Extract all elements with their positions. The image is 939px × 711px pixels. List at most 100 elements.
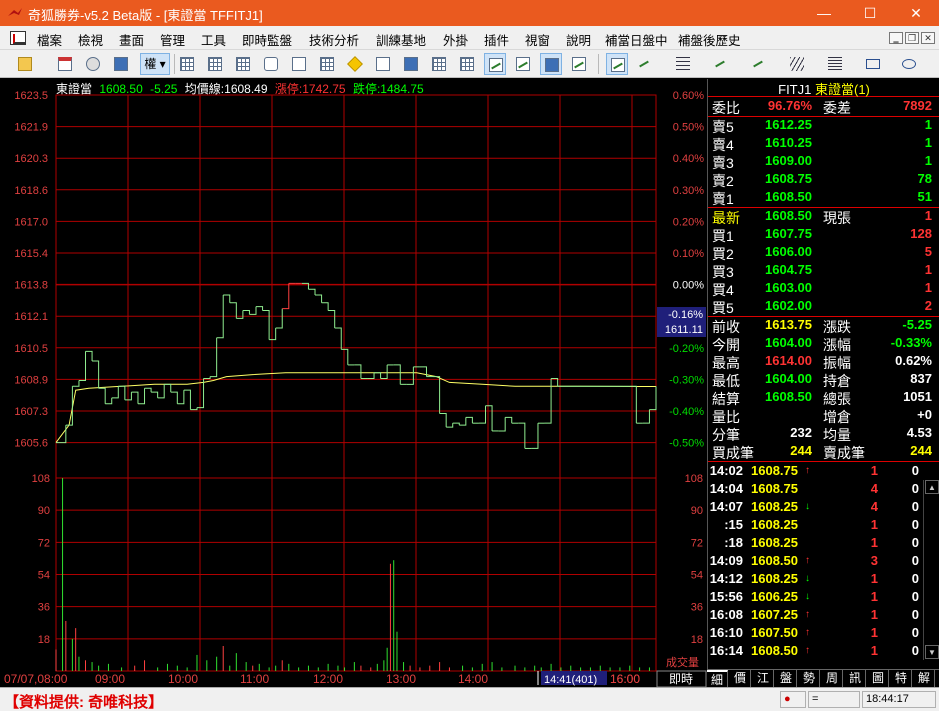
list-icon[interactable] [316, 53, 338, 75]
chart-symbol-name: 東證當 [56, 82, 93, 96]
tick-time: 16:08 [709, 607, 743, 622]
trend-chart-icon[interactable] [512, 53, 534, 75]
menu-window[interactable]: 視窗 [525, 30, 550, 49]
stat-label-2: 漲跌 [823, 319, 851, 335]
order-diff-value: 7892 [903, 98, 932, 113]
screen-icon[interactable] [110, 53, 132, 75]
price-line-segment [256, 306, 264, 311]
panel-tab[interactable]: 價 [730, 670, 751, 687]
window-chart-icon[interactable] [540, 53, 562, 75]
stat-value: 244 [790, 443, 812, 458]
link-icon[interactable] [260, 53, 282, 75]
fan-tool-icon[interactable] [748, 53, 770, 75]
order-diff-label: 委差 [823, 100, 851, 116]
percent-axis-label: 0.30% [673, 185, 704, 197]
menu-tools[interactable]: 工具 [201, 30, 226, 49]
menu-help[interactable]: 說明 [566, 30, 591, 49]
price-line-segment [393, 364, 401, 385]
panel-tab[interactable]: 解 [914, 670, 935, 687]
price-line-segment [374, 372, 382, 379]
status-clock: 18:44:17 [862, 691, 936, 708]
ellipse-tool-icon[interactable] [898, 53, 920, 75]
grid-icon[interactable] [204, 53, 226, 75]
document-chart-icon[interactable] [10, 31, 26, 45]
screenshot-icon[interactable] [400, 53, 422, 75]
panel-tab[interactable]: 勢 [799, 670, 820, 687]
stat-row: 分筆 232 均量 4.53 [708, 425, 939, 443]
maximize-button[interactable]: ☐ [847, 0, 893, 26]
bid-price: 1603.00 [765, 280, 812, 295]
panel-tab[interactable]: 訊 [845, 670, 866, 687]
menu-plugin[interactable]: 外掛 [443, 30, 468, 49]
grid-icon[interactable] [232, 53, 254, 75]
parallel-tool-icon[interactable] [710, 53, 732, 75]
stat-label: 前收 [712, 319, 740, 335]
chart-canvas[interactable]: 1623.5 1621.9 1620.3 1618.6 1617.0 1615.4 1613… [0, 79, 707, 687]
menu-addons[interactable]: 插件 [484, 30, 509, 49]
price-line-segment [105, 397, 113, 405]
intraday-chart[interactable]: 1623.5 1621.9 1620.3 1618.6 1617.0 1615.4 1613… [0, 79, 707, 687]
mdi-restore-button[interactable]: ❐ [905, 32, 919, 44]
draw-pen-icon[interactable] [606, 53, 628, 75]
rights-dropdown[interactable]: 權 ▾ [140, 53, 170, 75]
panel-tab[interactable]: 江 [753, 670, 774, 687]
avg-price-line [55, 372, 657, 443]
bid-row: 買4 1603.00 1 [708, 280, 939, 298]
scroll-down-icon[interactable]: ▼ [925, 645, 939, 659]
chart-frame [55, 94, 657, 672]
tick-time: 14:09 [709, 553, 743, 568]
close-button[interactable]: ✕ [893, 0, 939, 26]
panel-tab[interactable]: 盤 [776, 670, 797, 687]
stat-value-2: 0.62% [895, 353, 932, 368]
stat-row: 今開 1604.00 漲幅 -0.33% [708, 335, 939, 353]
tick-arrow-icon: ↑ [805, 555, 810, 566]
menu-fill-history[interactable]: 補盤後歷史 [678, 30, 741, 49]
panel-tab[interactable]: 特 [891, 670, 912, 687]
stat-value: 1614.00 [765, 353, 812, 368]
grid-icon[interactable] [176, 53, 198, 75]
mdi-close-button[interactable]: ✕ [921, 32, 935, 44]
table-icon[interactable] [428, 53, 450, 75]
tick-scrollbar[interactable]: ▲ ▼ [923, 480, 939, 660]
panel-tab[interactable]: 細 [707, 670, 728, 687]
warning-icon[interactable] [344, 53, 366, 75]
status-bar: 【資料提供: 奇唯科技】 ● = 18:44:17 [0, 687, 939, 711]
menu-fill-intraday[interactable]: 補當日盤中 [605, 30, 668, 49]
menu-file[interactable]: 檔案 [37, 30, 62, 49]
stat-label-2: 持倉 [823, 373, 851, 389]
minimize-button[interactable]: — [801, 0, 847, 26]
edit-chart-icon[interactable] [568, 53, 590, 75]
menu-view[interactable]: 檢視 [78, 30, 103, 49]
open-folder-icon[interactable] [14, 53, 36, 75]
table-icon[interactable] [456, 53, 478, 75]
stat-label: 分筆 [712, 427, 740, 443]
menu-technical[interactable]: 技術分析 [309, 30, 359, 49]
mdi-minimize-button[interactable]: ‗ [889, 32, 903, 44]
price-line-segment [315, 294, 323, 303]
fib-tool-icon[interactable] [672, 53, 694, 75]
menu-monitor[interactable]: 即時監盤 [242, 30, 292, 49]
price-line-segment [85, 350, 93, 362]
mode-label: 即時 [669, 672, 693, 686]
panel-tab[interactable]: 周 [822, 670, 843, 687]
panel-tab[interactable]: 圖 [868, 670, 889, 687]
menu-manage[interactable]: 管理 [160, 30, 185, 49]
scroll-up-icon[interactable]: ▲ [925, 480, 939, 494]
move-icon[interactable] [82, 53, 104, 75]
avg-line-value: 1608.49 [224, 82, 268, 96]
menu-training[interactable]: 訓練基地 [376, 30, 426, 49]
line-chart-icon[interactable] [484, 53, 506, 75]
line-tool-icon[interactable] [634, 53, 656, 75]
menu-screen[interactable]: 畫面 [119, 30, 144, 49]
import-icon[interactable] [54, 53, 76, 75]
tick-arrow-icon: ↓ [805, 501, 810, 512]
bid-row: 買1 1607.75 128 [708, 226, 939, 244]
rectangle-tool-icon[interactable] [862, 53, 884, 75]
text-tool-icon[interactable] [824, 53, 846, 75]
screenshot-icon[interactable] [372, 53, 394, 75]
bid-label: 買3 [712, 264, 734, 280]
document-icon[interactable] [288, 53, 310, 75]
tick-flag: 0 [911, 571, 919, 586]
price-line-segment [177, 390, 185, 405]
channel-tool-icon[interactable] [786, 53, 808, 75]
